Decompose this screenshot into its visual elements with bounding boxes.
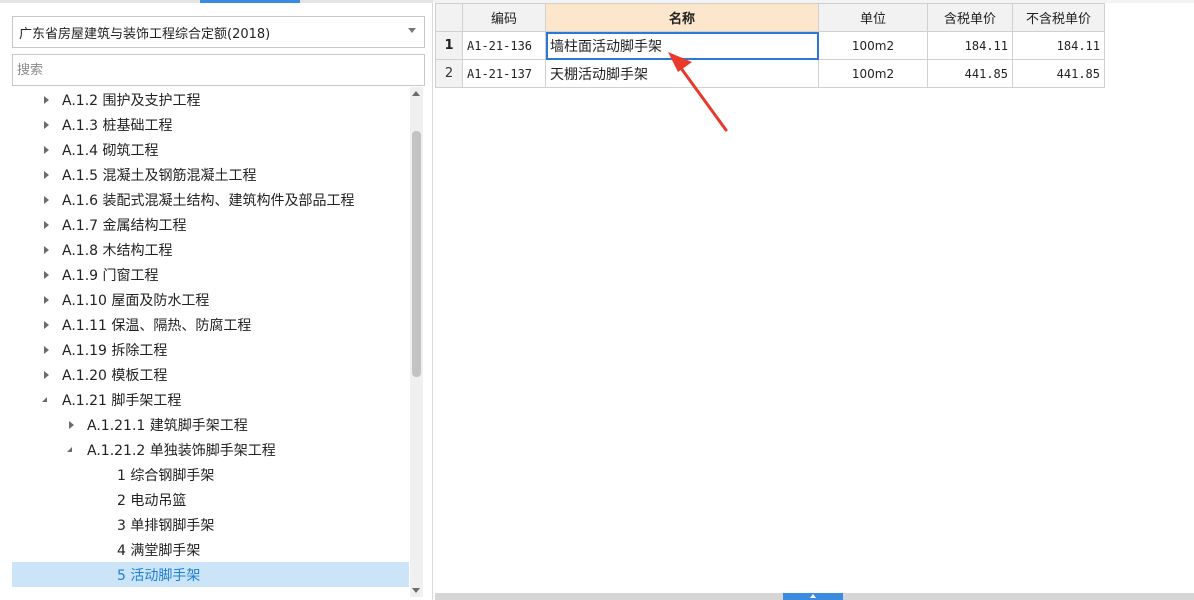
collapse-arrow-icon[interactable] (65, 443, 79, 457)
expand-arrow-icon[interactable] (40, 268, 54, 282)
tree-item[interactable]: A.1.11 保温、隔热、防腐工程 (12, 312, 409, 337)
tree-item-expanded[interactable]: A.1.21.2 单独装饰脚手架工程 (12, 437, 409, 462)
tree-item-label: A.1.2 围护及支护工程 (62, 92, 201, 109)
tree-item-label: A.1.21.1 建筑脚手架工程 (87, 417, 248, 434)
expand-arrow-icon[interactable] (40, 343, 54, 357)
column-header-name[interactable]: 名称 (545, 3, 819, 32)
tree-item[interactable]: A.1.7 金属结构工程 (12, 212, 409, 237)
cell-price-tax[interactable]: 441.85 (927, 59, 1013, 88)
cell-code[interactable]: A1-21-136 (462, 31, 546, 60)
cell-unit[interactable]: 100m2 (818, 31, 928, 60)
tree-leaf-item[interactable]: 4 满堂脚手架 (12, 537, 409, 562)
tree-item[interactable]: A.1.9 门窗工程 (12, 262, 409, 287)
expand-arrow-icon[interactable] (40, 243, 54, 257)
tree-leaf-item[interactable]: 3 单排钢脚手架 (12, 512, 409, 537)
tree-item-label: 5 活动脚手架 (117, 567, 201, 584)
tree-item-label: A.1.5 混凝土及钢筋混凝土工程 (62, 167, 257, 184)
chevron-down-icon[interactable] (408, 28, 416, 33)
tree-item[interactable]: A.1.8 木结构工程 (12, 237, 409, 262)
scroll-up-arrow-icon[interactable] (412, 91, 420, 96)
cell-unit[interactable]: 100m2 (818, 59, 928, 88)
tree-item[interactable]: A.1.4 砌筑工程 (12, 137, 409, 162)
tree-leaf-item[interactable]: 1 综合钢脚手架 (12, 462, 409, 487)
chapter-tree: A.1.2 围护及支护工程 A.1.3 桩基础工程 A.1.4 砌筑工程 A.1… (12, 87, 409, 597)
tree-leaf-item-selected[interactable]: 5 活动脚手架 (12, 562, 409, 587)
cell-price-tax[interactable]: 184.11 (927, 31, 1013, 60)
library-dropdown-value: 广东省房屋建筑与装饰工程综合定额(2018) (19, 26, 271, 42)
column-header-price-notax[interactable]: 不含税单价 (1012, 3, 1105, 32)
table-row[interactable]: 2 A1-21-137 天棚活动脚手架 100m2 441.85 441.85 (435, 59, 1105, 88)
cell-price-notax[interactable]: 184.11 (1012, 31, 1105, 60)
tree-item-label: 1 综合钢脚手架 (117, 467, 215, 484)
tree-item-label: A.1.6 装配式混凝土结构、建筑构件及部品工程 (62, 192, 355, 209)
tree-scrollbar[interactable] (410, 87, 423, 597)
scroll-down-arrow-icon[interactable] (412, 588, 420, 593)
tree-item-label: 2 电动吊篮 (117, 492, 187, 509)
expand-arrow-icon[interactable] (65, 418, 79, 432)
tree-item[interactable]: A.1.21.1 建筑脚手架工程 (12, 412, 409, 437)
tree-item-label: A.1.4 砌筑工程 (62, 142, 159, 159)
tree-item[interactable]: A.1.3 桩基础工程 (12, 112, 409, 137)
expand-arrow-icon[interactable] (40, 368, 54, 382)
row-number: 2 (435, 59, 463, 88)
tree-item-label: A.1.19 拆除工程 (62, 342, 168, 359)
tree-item-label: A.1.10 屋面及防水工程 (62, 292, 210, 309)
tree-item[interactable]: A.1.10 屋面及防水工程 (12, 287, 409, 312)
table-row[interactable]: 1 A1-21-136 墙柱面活动脚手架 100m2 184.11 184.11 (435, 31, 1105, 60)
tree-item-label: A.1.21 脚手架工程 (62, 392, 182, 409)
row-number: 1 (435, 31, 463, 60)
cell-name-active[interactable]: 墙柱面活动脚手架 (545, 31, 819, 60)
tree-item[interactable]: A.1.2 围护及支护工程 (12, 87, 409, 112)
tree-item-label: A.1.21.2 单独装饰脚手架工程 (87, 442, 276, 459)
tree-item-label: A.1.7 金属结构工程 (62, 217, 187, 234)
tree-item[interactable]: A.1.20 模板工程 (12, 362, 409, 387)
tree-item-label: 4 满堂脚手架 (117, 542, 201, 559)
tree-item[interactable]: A.1.5 混凝土及钢筋混凝土工程 (12, 162, 409, 187)
tree-item-label: A.1.20 模板工程 (62, 367, 168, 384)
collapse-arrow-icon[interactable] (40, 393, 54, 407)
column-header-price-tax[interactable]: 含税单价 (927, 3, 1013, 32)
tree-item-label: A.1.3 桩基础工程 (62, 117, 173, 134)
cell-code[interactable]: A1-21-137 (462, 59, 546, 88)
tree-item-label: A.1.9 门窗工程 (62, 267, 159, 284)
tree-item[interactable]: A.1.19 拆除工程 (12, 337, 409, 362)
grid-header-row: 编码 名称 单位 含税单价 不含税单价 (435, 3, 1105, 32)
quota-grid: 编码 名称 单位 含税单价 不含税单价 1 A1-21-136 墙柱面活动脚手架… (435, 3, 1105, 88)
column-header-unit[interactable]: 单位 (818, 3, 928, 32)
tree-item-label: 3 单排钢脚手架 (117, 517, 215, 534)
tree-leaf-item[interactable]: 2 电动吊篮 (12, 487, 409, 512)
expand-arrow-icon[interactable] (40, 168, 54, 182)
expand-arrow-icon[interactable] (40, 293, 54, 307)
tree-item-label: A.1.8 木结构工程 (62, 242, 173, 259)
cell-price-notax[interactable]: 441.85 (1012, 59, 1105, 88)
expand-arrow-icon[interactable] (40, 318, 54, 332)
tree-item-label: A.1.11 保温、隔热、防腐工程 (62, 317, 252, 334)
tree-item-expanded[interactable]: A.1.21 脚手架工程 (12, 387, 409, 412)
scrollbar-thumb[interactable] (412, 131, 421, 377)
expand-arrow-icon[interactable] (40, 118, 54, 132)
splitter-handle[interactable] (783, 593, 843, 600)
search-input[interactable] (12, 54, 425, 86)
expand-arrow-icon[interactable] (40, 93, 54, 107)
library-dropdown[interactable]: 广东省房屋建筑与装饰工程综合定额(2018) (12, 16, 425, 48)
cell-name[interactable]: 天棚活动脚手架 (545, 59, 819, 88)
column-header-code[interactable]: 编码 (462, 3, 546, 32)
expand-arrow-icon[interactable] (40, 193, 54, 207)
expand-arrow-icon[interactable] (40, 218, 54, 232)
tree-item[interactable]: A.1.6 装配式混凝土结构、建筑构件及部品工程 (12, 187, 409, 212)
row-number-header (435, 3, 463, 32)
expand-arrow-icon[interactable] (40, 143, 54, 157)
